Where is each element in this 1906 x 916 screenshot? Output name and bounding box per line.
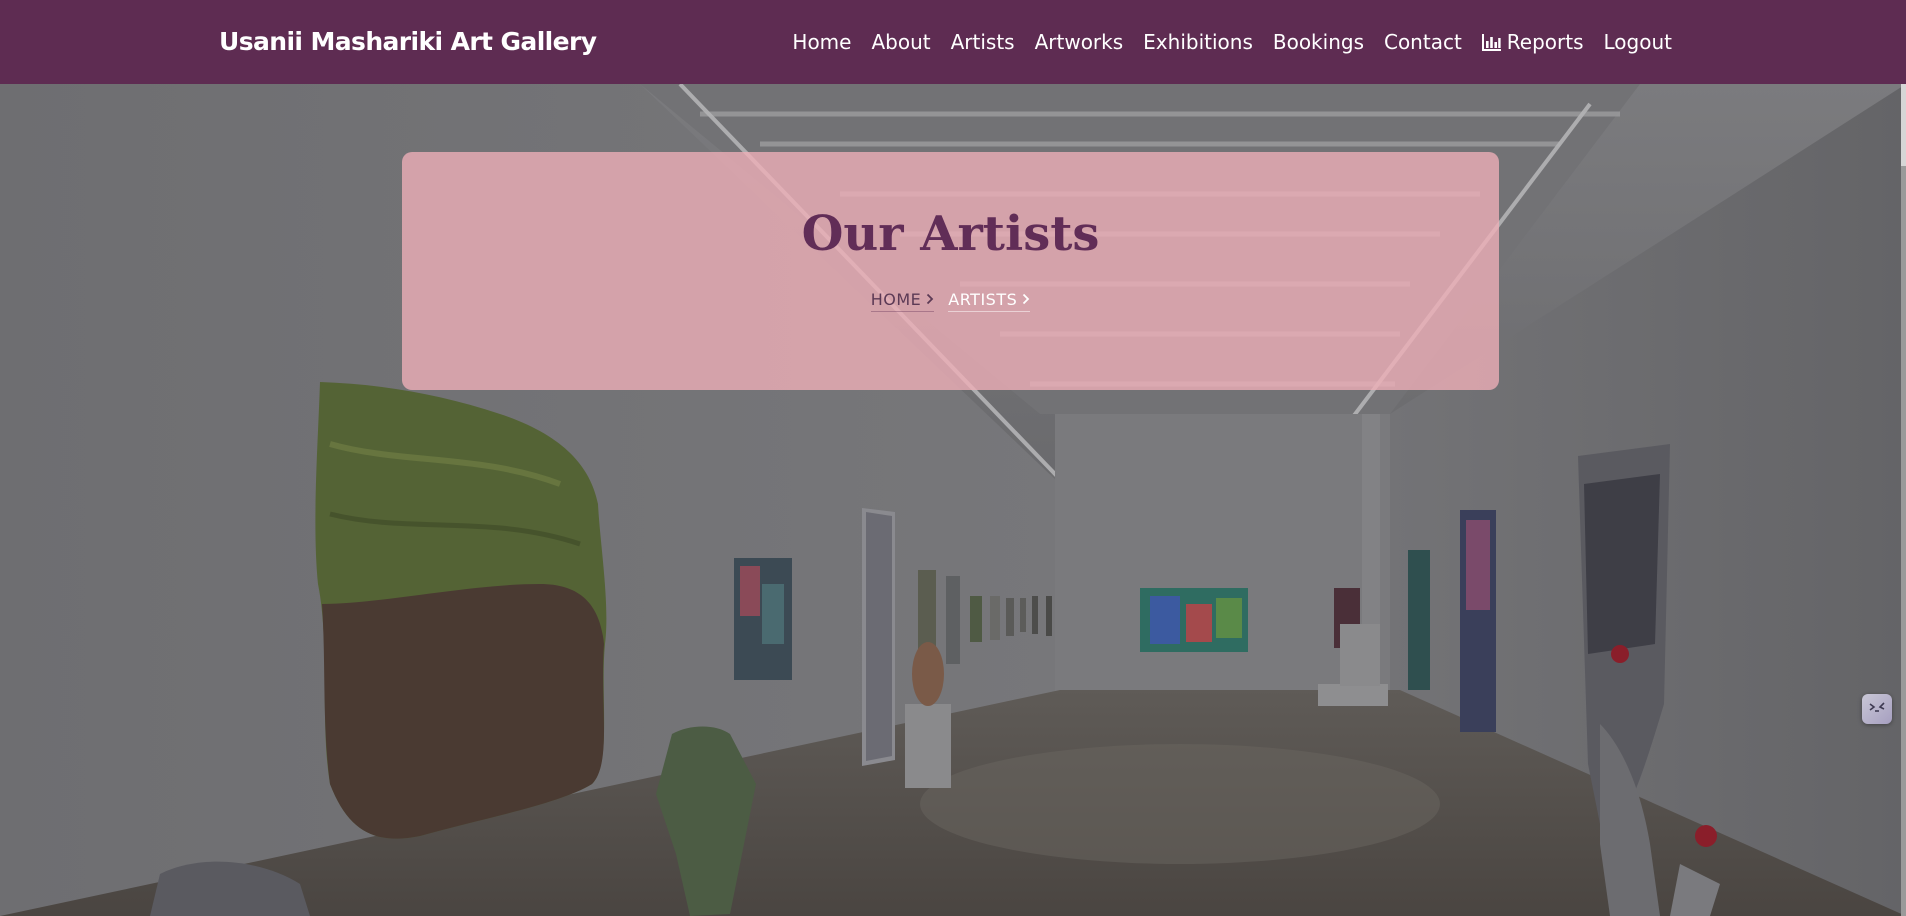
nav-about[interactable]: About bbox=[871, 24, 930, 60]
chevron-right-icon bbox=[1022, 290, 1030, 309]
nav-artworks[interactable]: Artworks bbox=[1035, 24, 1124, 60]
brand-logo[interactable]: Usanii Mashariki Art Gallery bbox=[219, 24, 597, 60]
page-scrollbar-track[interactable] bbox=[1901, 84, 1906, 916]
nav-contact[interactable]: Contact bbox=[1384, 24, 1462, 60]
breadcrumb: HOME ARTISTS bbox=[402, 290, 1499, 312]
nav-exhibitions[interactable]: Exhibitions bbox=[1143, 24, 1253, 60]
breadcrumb-home-label: HOME bbox=[870, 290, 922, 309]
page: Usanii Mashariki Art Gallery Home About … bbox=[0, 0, 1906, 916]
bar-chart-icon bbox=[1481, 33, 1502, 51]
nav-logout[interactable]: Logout bbox=[1604, 24, 1672, 60]
page-scrollbar-thumb[interactable] bbox=[1901, 84, 1906, 166]
chevron-right-icon bbox=[926, 290, 934, 309]
nav-reports-label: Reports bbox=[1506, 30, 1584, 54]
nav-home-label: Home bbox=[792, 30, 852, 54]
nav-artists-label: Artists bbox=[950, 30, 1015, 54]
breadcrumb-artists[interactable]: ARTISTS bbox=[948, 290, 1031, 312]
main-nav: Home About Artists Artworks Exhibitions … bbox=[792, 24, 1672, 60]
page-title-card: Our Artists HOME ARTISTS bbox=[402, 152, 1499, 390]
navbar: Usanii Mashariki Art Gallery Home About … bbox=[0, 0, 1906, 84]
nav-logout-label: Logout bbox=[1603, 30, 1672, 54]
nav-reports[interactable]: Reports bbox=[1481, 24, 1584, 60]
nav-about-label: About bbox=[871, 30, 931, 54]
chat-bot-icon bbox=[1868, 700, 1886, 719]
page-title: Our Artists bbox=[801, 206, 1100, 262]
nav-bookings-label: Bookings bbox=[1272, 30, 1364, 54]
nav-bookings[interactable]: Bookings bbox=[1273, 24, 1364, 60]
nav-home[interactable]: Home bbox=[792, 24, 851, 60]
chat-widget-button[interactable] bbox=[1862, 694, 1892, 724]
breadcrumb-home[interactable]: HOME bbox=[870, 290, 935, 312]
nav-artworks-label: Artworks bbox=[1034, 30, 1124, 54]
nav-exhibitions-label: Exhibitions bbox=[1143, 30, 1253, 54]
nav-contact-label: Contact bbox=[1383, 30, 1462, 54]
nav-artists[interactable]: Artists bbox=[951, 24, 1015, 60]
breadcrumb-artists-label: ARTISTS bbox=[948, 290, 1018, 309]
